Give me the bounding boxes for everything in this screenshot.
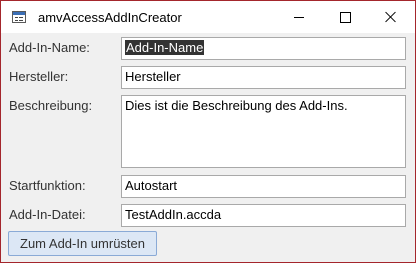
title-bar[interactable]: amvAccessAddInCreator [1, 1, 415, 33]
access-form-icon[interactable] [12, 11, 26, 23]
maximize-icon [339, 11, 351, 23]
close-icon [385, 11, 397, 23]
addin-name-field[interactable]: Add-In-Name [121, 37, 406, 60]
addin-name-label: Add-In-Name: [9, 40, 90, 55]
startfunktion-field[interactable]: Autostart [121, 175, 406, 198]
app-window: amvAccessAddInCreator Add-In-Name: Add-I… [0, 0, 416, 263]
close-button[interactable] [368, 1, 414, 33]
hersteller-label: Hersteller: [9, 69, 69, 84]
startfunktion-label: Startfunktion: [9, 178, 86, 193]
addin-datei-field[interactable]: TestAddIn.accda [121, 204, 406, 227]
beschreibung-label: Beschreibung: [9, 98, 93, 113]
minimize-button[interactable] [276, 1, 322, 33]
beschreibung-field[interactable]: Dies ist die Beschreibung des Add-Ins. [121, 95, 406, 168]
minimize-icon [294, 16, 304, 18]
addin-name-selected-text: Add-In-Name [125, 40, 205, 55]
hersteller-field[interactable]: Hersteller [121, 66, 406, 89]
maximize-button[interactable] [322, 1, 368, 33]
convert-to-addin-button[interactable]: Zum Add-In umrüsten [8, 231, 157, 256]
addin-datei-label: Add-In-Datei: [9, 207, 86, 222]
window-title: amvAccessAddInCreator [38, 10, 182, 25]
